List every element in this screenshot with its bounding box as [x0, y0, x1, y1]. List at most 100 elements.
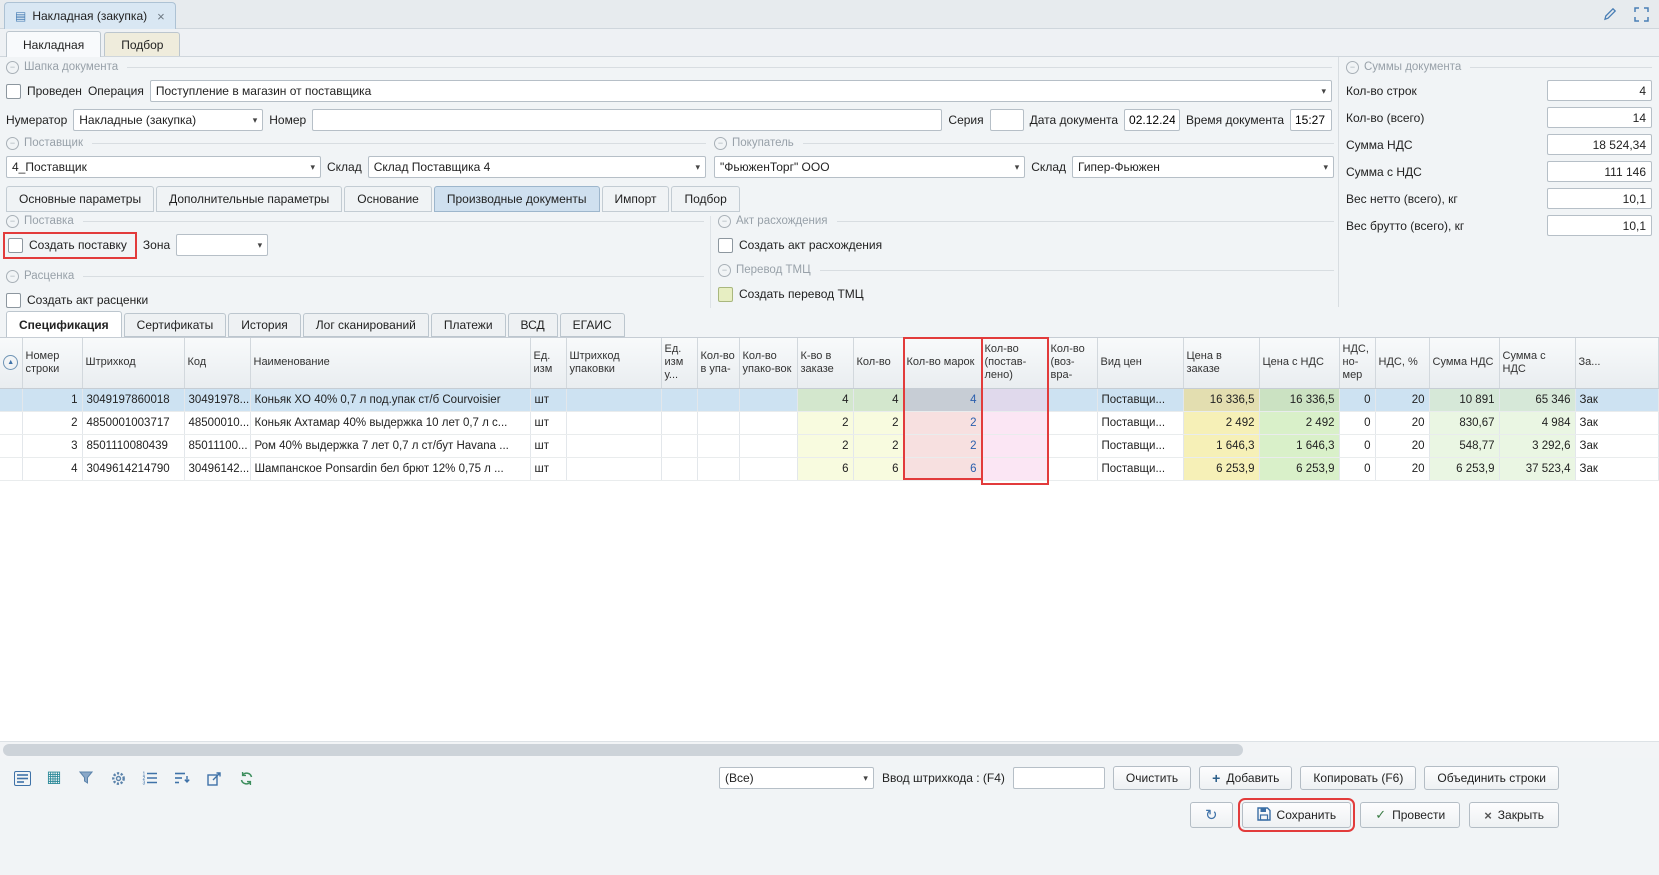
cell-price-type[interactable]: Поставщи...: [1097, 434, 1183, 457]
cell-qty[interactable]: 2: [853, 434, 903, 457]
cell-order-price[interactable]: 2 492: [1183, 411, 1259, 434]
cell-name[interactable]: Шампанское Ponsardin бел брют 12% 0,75 л…: [250, 457, 530, 480]
doc-date-input[interactable]: [1124, 109, 1180, 131]
tab-basis[interactable]: Основание: [344, 186, 432, 212]
cell-pack-unit[interactable]: [661, 434, 697, 457]
scrollbar-thumb[interactable]: [3, 744, 1243, 756]
grid-view-icon[interactable]: ▦: [42, 767, 66, 789]
cell-selector[interactable]: [0, 411, 22, 434]
cell-price-type[interactable]: Поставщи...: [1097, 411, 1183, 434]
cell-price-type[interactable]: Поставщи...: [1097, 388, 1183, 411]
column-header-vat-number[interactable]: НДС, но-мер: [1339, 338, 1375, 388]
supplier-select[interactable]: 4_Поставщик ▾: [6, 156, 321, 178]
cell-unit[interactable]: шт: [530, 434, 566, 457]
collapse-icon[interactable]: −: [1346, 61, 1359, 74]
tab-close-icon[interactable]: ×: [157, 9, 165, 24]
collapse-icon[interactable]: −: [718, 215, 731, 228]
column-header-total-with-vat[interactable]: Сумма с НДС: [1499, 338, 1575, 388]
cell-total-with-vat[interactable]: 65 346: [1499, 388, 1575, 411]
cell-total-with-vat[interactable]: 4 984: [1499, 411, 1575, 434]
tab-nakladnaya[interactable]: Накладная: [6, 31, 101, 57]
doc-time-input[interactable]: [1290, 109, 1332, 131]
cell-qty[interactable]: 4: [853, 388, 903, 411]
tab-derived-documents[interactable]: Производные документы: [434, 186, 600, 212]
cell-price-type[interactable]: Поставщи...: [1097, 457, 1183, 480]
cell-order-ref[interactable]: Зак: [1575, 411, 1659, 434]
create-transfer-checkbox[interactable]: [718, 287, 733, 302]
tab-history[interactable]: История: [228, 313, 301, 337]
cell-total-with-vat[interactable]: 37 523,4: [1499, 457, 1575, 480]
cell-barcode[interactable]: 4850001003717: [82, 411, 184, 434]
column-header-pack-count[interactable]: Кол-во упако-вок: [739, 338, 797, 388]
tab-scan-log[interactable]: Лог сканирований: [303, 313, 429, 337]
tab-specification[interactable]: Спецификация: [6, 311, 122, 338]
cell-row-number[interactable]: 3: [22, 434, 82, 457]
cell-barcode[interactable]: 3049614214790: [82, 457, 184, 480]
table-row[interactable]: 2485000100371748500010...Коньяк Ахтамар …: [0, 411, 1659, 434]
column-header-delivered-qty[interactable]: Кол-во (постав-лено): [981, 338, 1047, 388]
create-discrepancy-act-checkbox[interactable]: [718, 238, 733, 253]
column-header-pack-unit[interactable]: Ед. изм у...: [661, 338, 697, 388]
cell-vat-number[interactable]: 0: [1339, 457, 1375, 480]
column-header-qty-per-pack[interactable]: Кол-во в упа-: [697, 338, 739, 388]
buyer-warehouse-select[interactable]: Гипер-Фьюжен ▾: [1072, 156, 1334, 178]
cell-order-price[interactable]: 6 253,9: [1183, 457, 1259, 480]
cell-qty-ordered[interactable]: 4: [797, 388, 853, 411]
column-header-price-type[interactable]: Вид цен: [1097, 338, 1183, 388]
cell-vat-sum[interactable]: 6 253,9: [1429, 457, 1499, 480]
cell-qty-per-pack[interactable]: [697, 411, 739, 434]
column-header-pack-barcode[interactable]: Штрихкод упаковки: [566, 338, 661, 388]
collapse-icon[interactable]: −: [6, 215, 19, 228]
cell-pack-count[interactable]: [739, 411, 797, 434]
edit-pencil-icon[interactable]: [1602, 6, 1618, 22]
cell-delivered-qty[interactable]: [981, 457, 1047, 480]
cell-pack-count[interactable]: [739, 388, 797, 411]
collapse-icon[interactable]: −: [718, 264, 731, 277]
tab-payments[interactable]: Платежи: [431, 313, 506, 337]
cell-pack-unit[interactable]: [661, 457, 697, 480]
tab-vsd[interactable]: ВСД: [508, 313, 558, 337]
cell-price-with-vat[interactable]: 6 253,9: [1259, 457, 1339, 480]
cell-name[interactable]: Ром 40% выдержка 7 лет 0,7 л ст/бут Hava…: [250, 434, 530, 457]
tab-certificates[interactable]: Сертификаты: [124, 313, 227, 337]
list-view-icon[interactable]: [10, 767, 34, 789]
cell-code[interactable]: 85011100...: [184, 434, 250, 457]
cell-marks-qty[interactable]: 2: [903, 411, 981, 434]
save-button[interactable]: Сохранить: [1242, 802, 1352, 828]
column-header-price-with-vat[interactable]: Цена с НДС: [1259, 338, 1339, 388]
horizontal-scrollbar[interactable]: [0, 741, 1659, 758]
cell-marks-qty[interactable]: 6: [903, 457, 981, 480]
collapse-icon[interactable]: −: [6, 61, 19, 74]
close-button[interactable]: ×Закрыть: [1469, 802, 1559, 828]
table-row[interactable]: 1304919786001830491978...Коньяк XO 40% 0…: [0, 388, 1659, 411]
barcode-input[interactable]: [1013, 767, 1105, 789]
cell-vat-sum[interactable]: 548,77: [1429, 434, 1499, 457]
posted-checkbox[interactable]: [6, 84, 21, 99]
column-header-code[interactable]: Код: [184, 338, 250, 388]
column-header-order-ref[interactable]: За...: [1575, 338, 1659, 388]
row-filter-select[interactable]: (Все) ▾: [719, 767, 874, 789]
copy-button[interactable]: Копировать (F6): [1300, 766, 1416, 790]
column-header-qty-ordered[interactable]: К-во в заказе: [797, 338, 853, 388]
column-header-qty[interactable]: Кол-во: [853, 338, 903, 388]
tab-additional-params[interactable]: Дополнительные параметры: [156, 186, 342, 212]
supplier-warehouse-select[interactable]: Склад Поставщика 4 ▾: [368, 156, 706, 178]
cell-price-with-vat[interactable]: 16 336,5: [1259, 388, 1339, 411]
cell-qty-per-pack[interactable]: [697, 434, 739, 457]
cell-marks-qty[interactable]: 2: [903, 434, 981, 457]
collapse-icon[interactable]: −: [6, 137, 19, 150]
cell-returned-qty[interactable]: [1047, 388, 1097, 411]
cell-order-ref[interactable]: Зак: [1575, 388, 1659, 411]
cell-barcode[interactable]: 8501110080439: [82, 434, 184, 457]
cell-order-ref[interactable]: Зак: [1575, 457, 1659, 480]
cell-vat-percent[interactable]: 20: [1375, 411, 1429, 434]
cell-returned-qty[interactable]: [1047, 457, 1097, 480]
tab-egais[interactable]: ЕГАИС: [560, 313, 625, 337]
cell-price-with-vat[interactable]: 1 646,3: [1259, 434, 1339, 457]
sort-indicator-icon[interactable]: ▲: [3, 355, 18, 370]
cell-selector[interactable]: [0, 457, 22, 480]
cell-barcode[interactable]: 3049197860018: [82, 388, 184, 411]
cell-qty-ordered[interactable]: 6: [797, 457, 853, 480]
settings-gear-icon[interactable]: [106, 767, 130, 789]
column-header-vat-sum[interactable]: Сумма НДС: [1429, 338, 1499, 388]
